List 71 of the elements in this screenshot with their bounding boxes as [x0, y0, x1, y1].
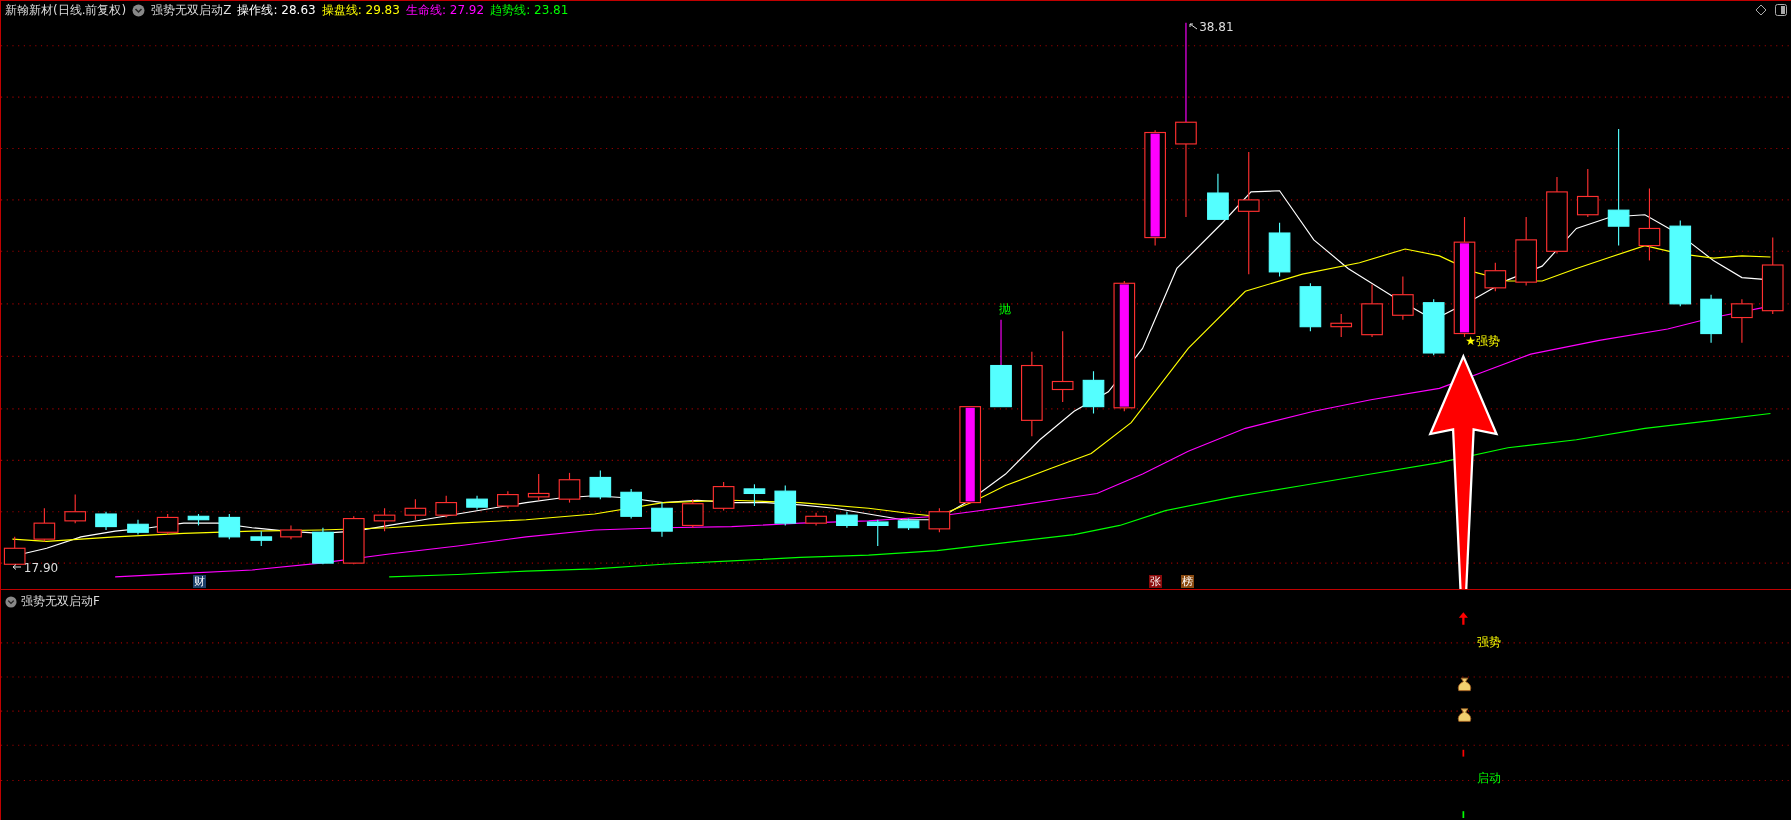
stock-title: 新翰新材(日线.前复权)	[5, 2, 127, 19]
candlestick	[497, 490, 519, 509]
low-price-label: 17.90	[23, 561, 59, 574]
candlestick	[527, 473, 550, 501]
signal-label: 强势	[1476, 636, 1501, 649]
chevron-down-icon[interactable]	[5, 595, 17, 608]
candlestick	[866, 519, 889, 547]
money-bag-icon	[1457, 708, 1472, 722]
event-tag: 张	[1148, 574, 1162, 588]
candlestick	[897, 518, 920, 531]
candlestick	[3, 536, 26, 565]
money-bag-icon	[1457, 677, 1472, 692]
indicator-value: 生命线: 27.92	[405, 2, 485, 19]
candlestick	[681, 498, 704, 529]
candlestick	[1299, 282, 1322, 332]
candlestick	[743, 483, 766, 507]
diamond-icon[interactable]	[1755, 4, 1767, 16]
candlestick	[1515, 216, 1537, 287]
candlestick	[280, 524, 302, 540]
candlestick	[589, 470, 612, 500]
candlestick	[156, 513, 179, 536]
candlestick	[33, 507, 56, 542]
pointer-arrow-icon	[1188, 22, 1198, 30]
indicator-name: 强势无双启动Z	[151, 2, 232, 19]
tick-mark	[1462, 810, 1465, 819]
candlestick	[187, 513, 210, 526]
candlestick	[312, 527, 334, 565]
chevron-down-icon[interactable]	[132, 4, 146, 17]
candlestick	[1082, 370, 1105, 415]
tick-mark	[1462, 748, 1465, 758]
candlestick	[1361, 283, 1383, 338]
candlestick	[651, 502, 673, 538]
indicator-name: 强势无双启动F	[21, 593, 100, 610]
indicator-value: 趋势线: 23.81	[490, 2, 569, 19]
high-price-label: 38.81	[1199, 20, 1234, 33]
signal-label: 启动	[1476, 772, 1501, 785]
candlestick	[558, 472, 581, 504]
up-arrow-icon	[1458, 612, 1468, 625]
candlestick	[712, 481, 735, 512]
candlestick	[774, 484, 797, 526]
candlestick	[1484, 262, 1507, 292]
candlestick	[342, 515, 365, 565]
candlestick	[127, 519, 149, 536]
indicator-value: 操作线: 28.63	[237, 2, 316, 19]
candlestick	[1576, 168, 1599, 218]
candlestick	[1700, 294, 1722, 344]
candlestick	[1207, 173, 1229, 220]
candlestick	[805, 512, 827, 526]
candlestick	[218, 513, 241, 540]
event-tag: 榜	[1180, 574, 1194, 588]
candlestick	[1731, 298, 1753, 344]
candlestick	[95, 511, 117, 531]
candlestick	[1268, 222, 1291, 277]
signal-label: 抛	[999, 302, 1012, 315]
candlestick	[435, 495, 458, 518]
event-tag: 财	[192, 574, 206, 588]
candlestick	[1330, 313, 1353, 338]
panel-toggle-icon[interactable]	[1775, 4, 1787, 16]
pointer-arrow-icon	[12, 564, 23, 571]
candlestick	[64, 494, 87, 524]
candlestick	[466, 495, 488, 510]
candlestick	[250, 530, 273, 547]
candlestick	[620, 488, 642, 520]
candlestick	[1392, 275, 1414, 321]
candlestick	[404, 498, 427, 521]
candlestick	[836, 511, 858, 529]
candlestick	[1422, 298, 1445, 356]
candlestick	[373, 507, 396, 532]
signal-label: ★强势	[1465, 334, 1501, 347]
candlestick	[928, 507, 951, 533]
indicator-value: 操盘线: 29.83	[321, 2, 400, 19]
